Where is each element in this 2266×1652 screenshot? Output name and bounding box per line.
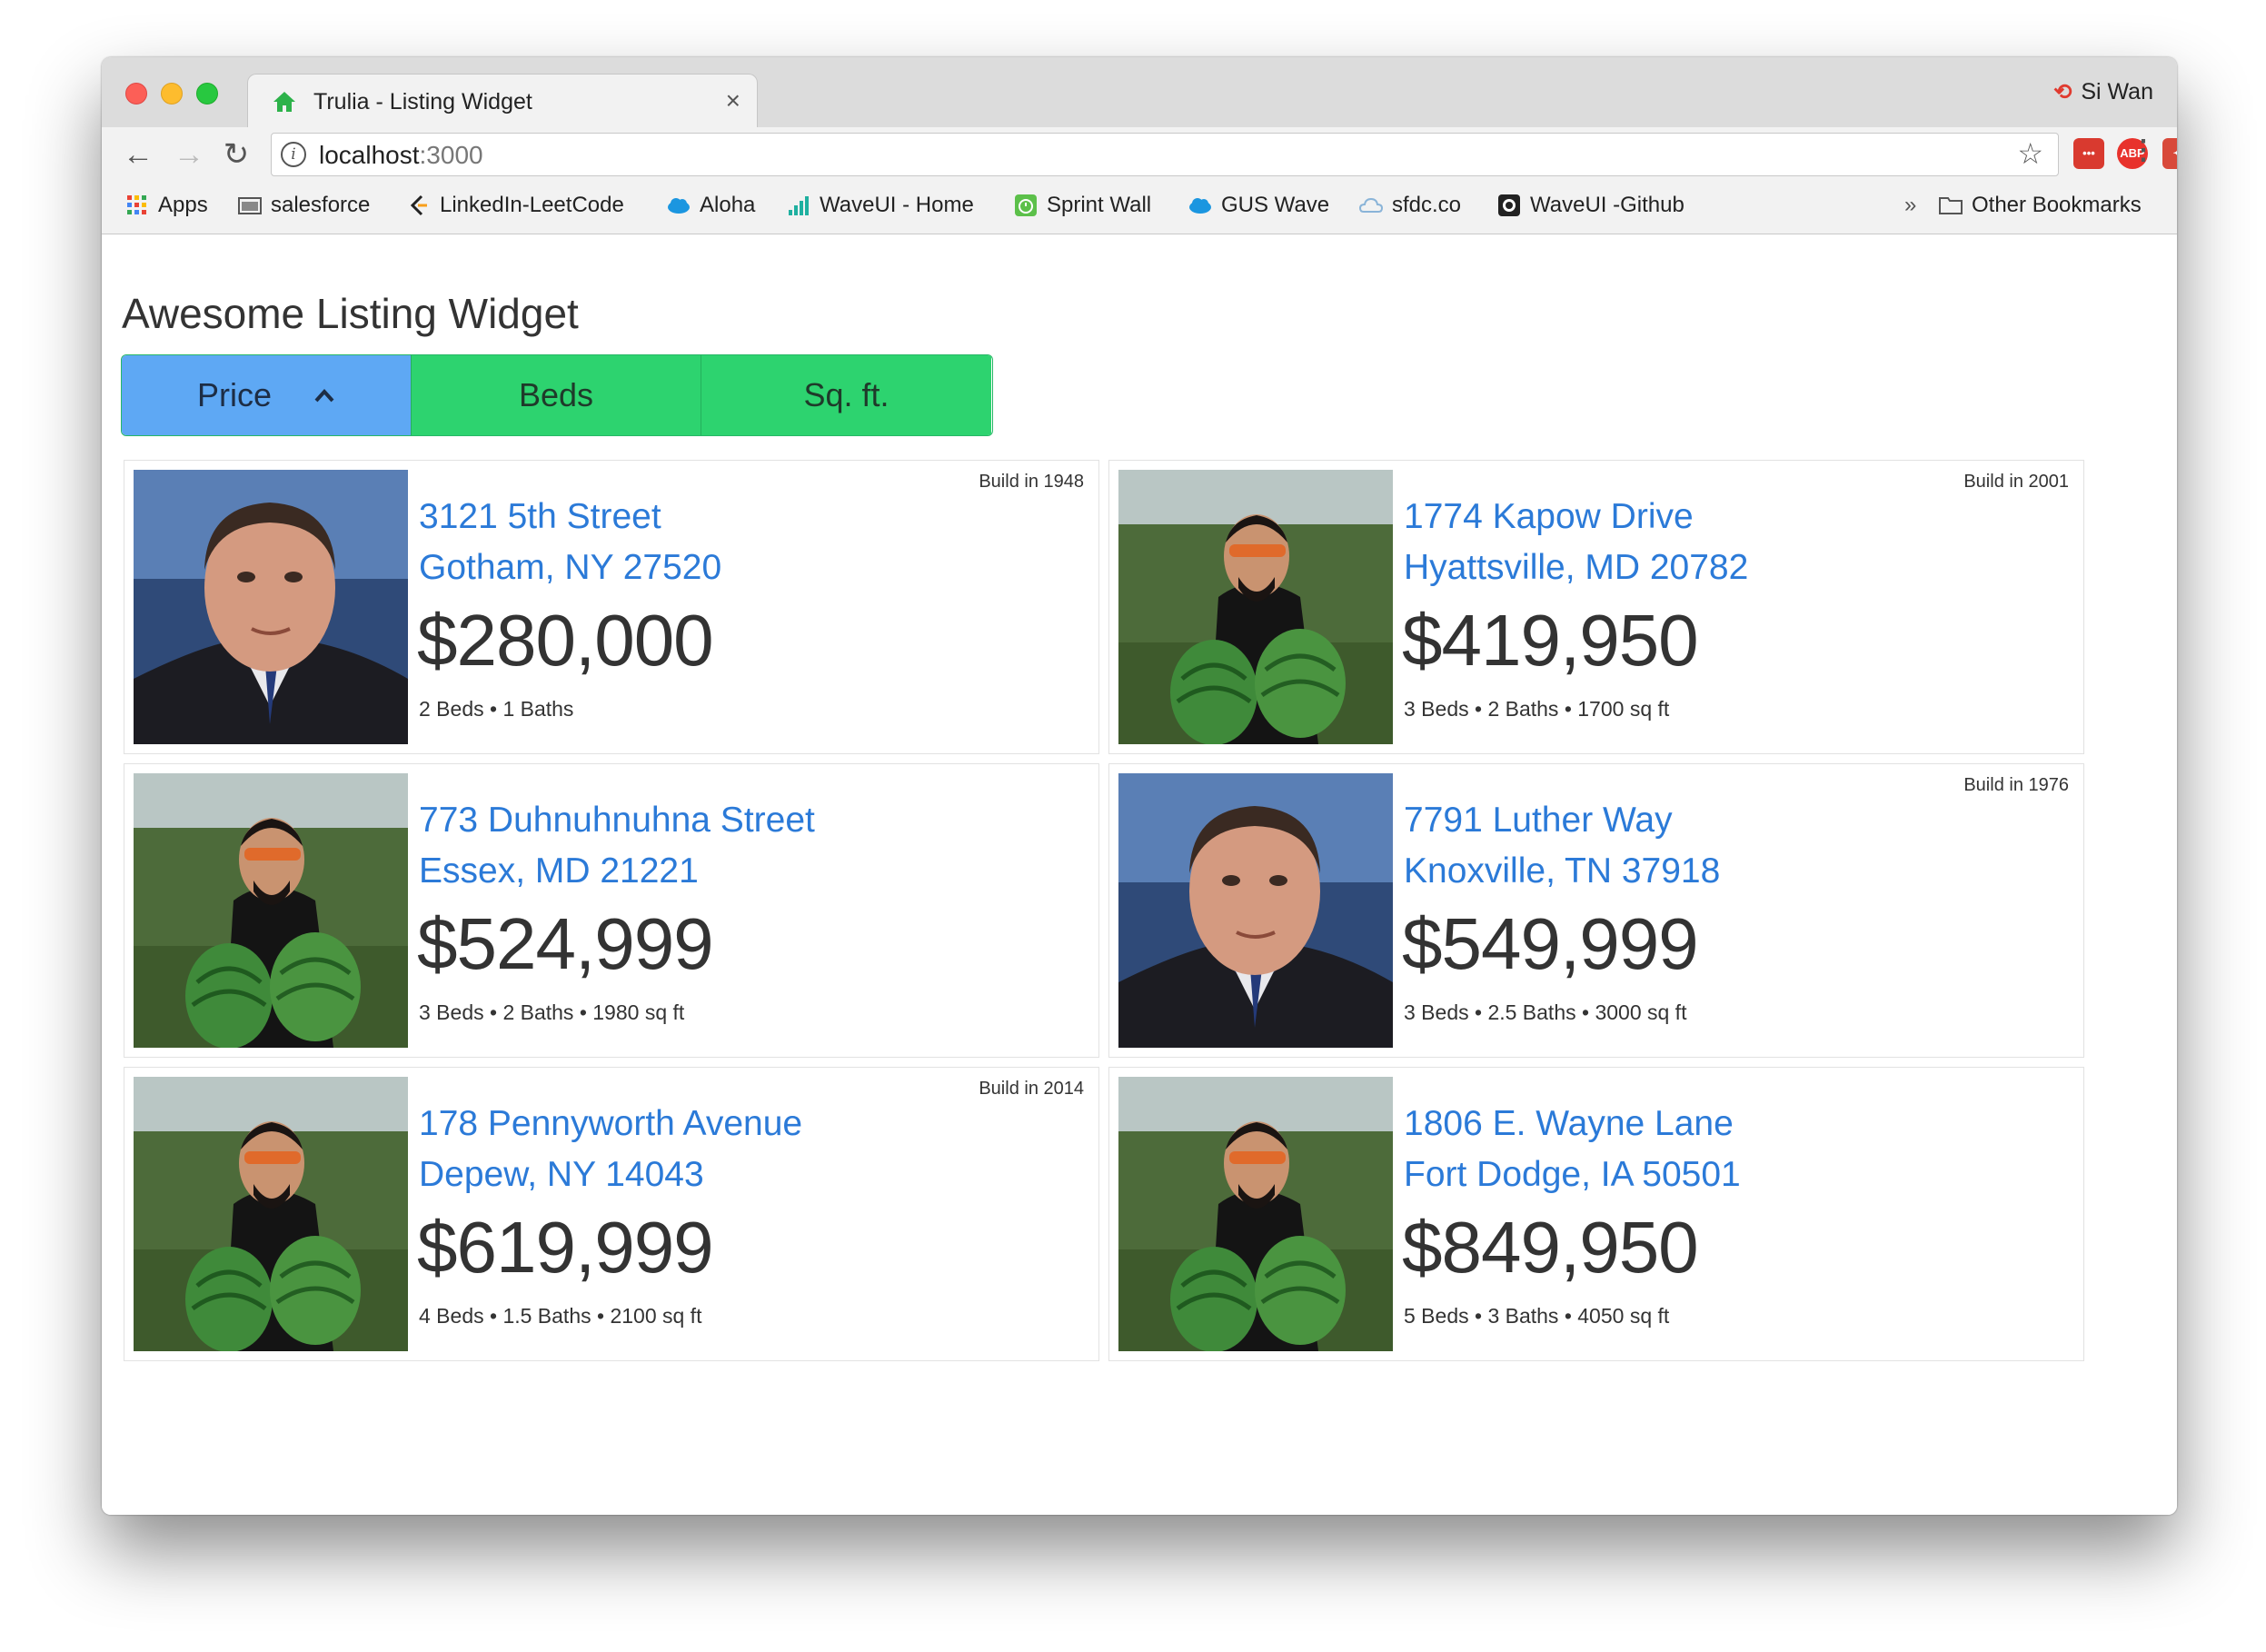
address-bar[interactable]: i localhost:3000 ☆ (271, 133, 2059, 176)
tab-trulia[interactable]: Trulia - Listing Widget × (247, 74, 758, 129)
close-tab-icon[interactable]: × (726, 86, 740, 115)
bookmark-gus-wave[interactable]: GUS Wave (1188, 193, 1329, 218)
reload-icon[interactable]: ↻ (218, 136, 254, 173)
bookmark-other-bookmarks[interactable]: Other Bookmarks (1939, 193, 2142, 218)
tab-title: Trulia - Listing Widget (313, 89, 532, 114)
listing-price: $419,950 (1402, 600, 1699, 681)
man-in-suit-photo (134, 470, 408, 744)
build-year: Build in 2014 (979, 1079, 1084, 1099)
url-text: localhost:3000 (319, 141, 483, 169)
sort-bar: Price Beds Sq. ft. (121, 354, 993, 436)
cloud-outline-icon (1359, 197, 1383, 213)
listing-details: 3 Beds • 2 Baths • 1700 sq ft (1404, 697, 1670, 721)
extension-lastpass-icon[interactable]: ••• (2073, 138, 2104, 169)
bookmark-salesforce[interactable]: salesforce (238, 193, 370, 218)
sort-beds-button[interactable]: Beds (412, 355, 701, 435)
bookmark-apps[interactable]: Apps (125, 193, 208, 218)
listing-card[interactable]: Build in 1976 7791 Luther Way Knoxville, … (1108, 763, 2084, 1058)
bookmark-sprint-wall[interactable]: Sprint Wall (1014, 193, 1151, 218)
listing-address-link[interactable]: 1774 Kapow Drive Hyattsville, MD 20782 (1404, 492, 1748, 593)
listing-details: 3 Beds • 2 Baths • 1980 sq ft (419, 1000, 685, 1024)
forward-arrow-icon[interactable]: → (171, 136, 207, 173)
listing-price: $524,999 (417, 903, 714, 984)
bookmarks-bar: Apps salesforce LinkedIn-LeetCode Aloha … (102, 182, 2177, 234)
listing-card[interactable]: 1806 E. Wayne Lane Fort Dodge, IA 50501 $… (1108, 1067, 2084, 1361)
apps-grid-icon (127, 195, 146, 214)
bookmark-waveui-github[interactable]: WaveUI -Github (1497, 193, 1685, 218)
listing-details: 5 Beds • 3 Baths • 4050 sq ft (1404, 1304, 1670, 1328)
listing-price: $849,950 (1402, 1207, 1699, 1288)
folder-icon (1939, 197, 1963, 214)
chevron-up-icon (314, 389, 334, 403)
house-icon (273, 92, 295, 112)
man-with-watermelons-photo (1118, 470, 1393, 744)
listing-address-link[interactable]: 178 Pennyworth Avenue Depew, NY 14043 (419, 1099, 802, 1200)
profile-name: Si Wan (2081, 79, 2153, 104)
bookmark-linkedin-leetcode[interactable]: LinkedIn-LeetCode (407, 193, 624, 218)
listing-price: $619,999 (417, 1207, 714, 1288)
sync-error-icon: ⟲ (2053, 80, 2072, 104)
bookmark-waveui-home[interactable]: WaveUI - Home (787, 193, 974, 218)
listing-details: 4 Beds • 1.5 Baths • 2100 sq ft (419, 1304, 702, 1328)
bookmark-star-icon[interactable]: ☆ (2017, 136, 2043, 171)
bar-chart-icon (789, 196, 809, 215)
folder-icon (238, 197, 262, 214)
minimize-window-button[interactable] (161, 83, 183, 104)
build-year: Build in 1948 (979, 472, 1084, 492)
bookmarks-overflow-chevron[interactable]: » (1904, 193, 1916, 218)
toolbar: ← → ↻ i localhost:3000 ☆ ••• ABP ✦ ⋮ (102, 127, 2177, 182)
github-icon (1498, 194, 1520, 216)
tab-strip: Trulia - Listing Widget × ⟲ Si Wan (102, 57, 2177, 129)
listing-price: $280,000 (417, 600, 714, 681)
listing-price: $549,999 (1402, 903, 1699, 984)
listing-address-link[interactable]: 7791 Luther Way Knoxville, TN 37918 (1404, 795, 1720, 897)
profile-button[interactable]: ⟲ Si Wan (2053, 79, 2153, 105)
build-year: Build in 1976 (1963, 775, 2069, 795)
cloud-icon (1189, 198, 1211, 214)
zoom-window-button[interactable] (196, 83, 218, 104)
chrome-menu-icon[interactable]: ⋮ (2130, 134, 2157, 166)
page-content: Awesome Listing Widget Price Beds Sq. ft… (102, 234, 2177, 1515)
sort-price-button[interactable]: Price (122, 355, 412, 435)
bookmark-aloha[interactable]: Aloha (667, 193, 755, 218)
info-icon[interactable]: i (281, 142, 306, 167)
back-arrow-icon[interactable]: ← (120, 136, 156, 173)
cloud-icon (668, 198, 690, 214)
bookmark-sfdc-co[interactable]: sfdc.co (1359, 193, 1461, 218)
leetcode-icon (410, 194, 427, 216)
listing-details: 2 Beds • 1 Baths (419, 697, 574, 721)
listing-card[interactable]: Build in 2001 1774 Kapow Drive Hyattsvill… (1108, 460, 2084, 754)
browser-window: Trulia - Listing Widget × ⟲ Si Wan ← → ↻ … (102, 57, 2177, 1515)
listing-card[interactable]: Build in 2014 178 Pennyworth Avenue Depew… (124, 1067, 1099, 1361)
close-window-button[interactable] (125, 83, 147, 104)
listing-details: 3 Beds • 2.5 Baths • 3000 sq ft (1404, 1000, 1687, 1024)
man-in-suit-photo (1118, 773, 1393, 1048)
sort-sqft-button[interactable]: Sq. ft. (701, 355, 991, 435)
man-with-watermelons-photo (134, 773, 408, 1048)
listing-address-link[interactable]: 3121 5th Street Gotham, NY 27520 (419, 492, 721, 593)
listing-card[interactable]: Build in 1948 3121 5th Street Gotham, NY … (124, 460, 1099, 754)
timer-icon (1015, 194, 1037, 216)
man-with-watermelons-photo (1118, 1077, 1393, 1351)
listing-card[interactable]: 773 Duhnuhnuhna Street Essex, MD 21221 $5… (124, 763, 1099, 1058)
extension-puzzle-icon[interactable]: ✦ (2162, 138, 2177, 169)
page-title: Awesome Listing Widget (122, 290, 579, 337)
listing-address-link[interactable]: 773 Duhnuhnuhna Street Essex, MD 21221 (419, 795, 815, 897)
build-year: Build in 2001 (1963, 472, 2069, 492)
man-with-watermelons-photo (134, 1077, 408, 1351)
listing-address-link[interactable]: 1806 E. Wayne Lane Fort Dodge, IA 50501 (1404, 1099, 1741, 1200)
